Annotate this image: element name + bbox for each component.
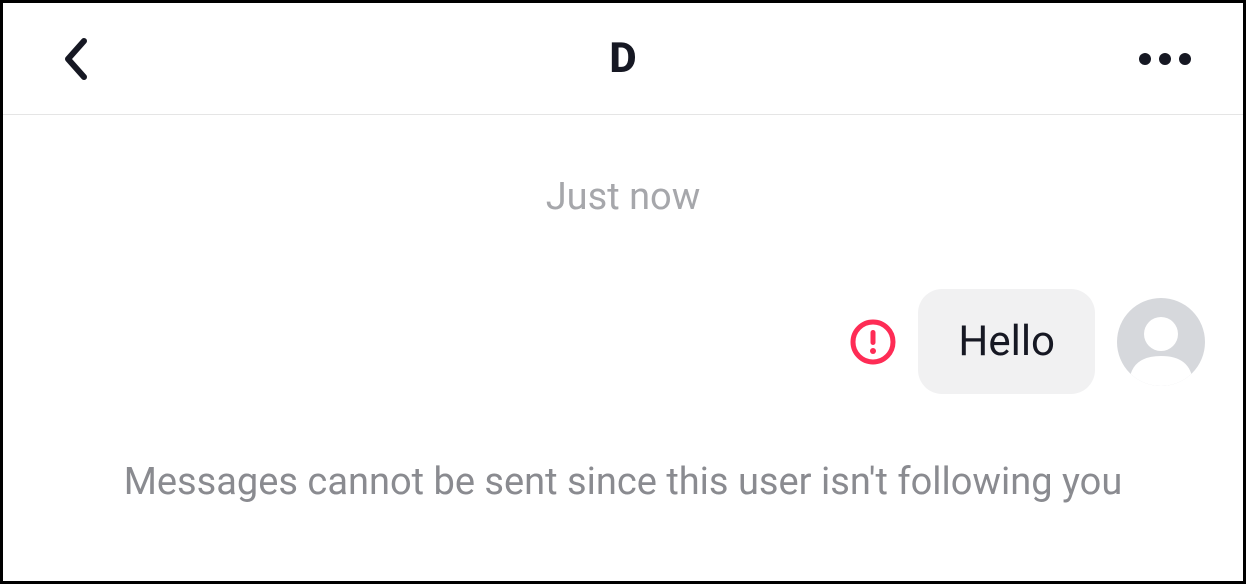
back-button[interactable] — [51, 35, 99, 83]
chat-title: D — [609, 34, 636, 83]
message-bubble[interactable]: Hello — [918, 289, 1095, 394]
message-row: Hello — [3, 289, 1243, 394]
message-timestamp: Just now — [3, 175, 1243, 219]
avatar[interactable] — [1117, 298, 1205, 386]
more-icon — [1159, 53, 1171, 65]
chat-content: Just now Hello Messages cannot be sent s… — [3, 115, 1243, 511]
more-icon — [1179, 53, 1191, 65]
status-message: Messages cannot be sent since this user … — [3, 454, 1243, 511]
more-icon — [1139, 53, 1151, 65]
chevron-left-icon — [62, 37, 88, 81]
error-icon[interactable] — [850, 319, 896, 365]
more-options-button[interactable] — [1135, 35, 1195, 83]
chat-header: D — [3, 3, 1243, 115]
